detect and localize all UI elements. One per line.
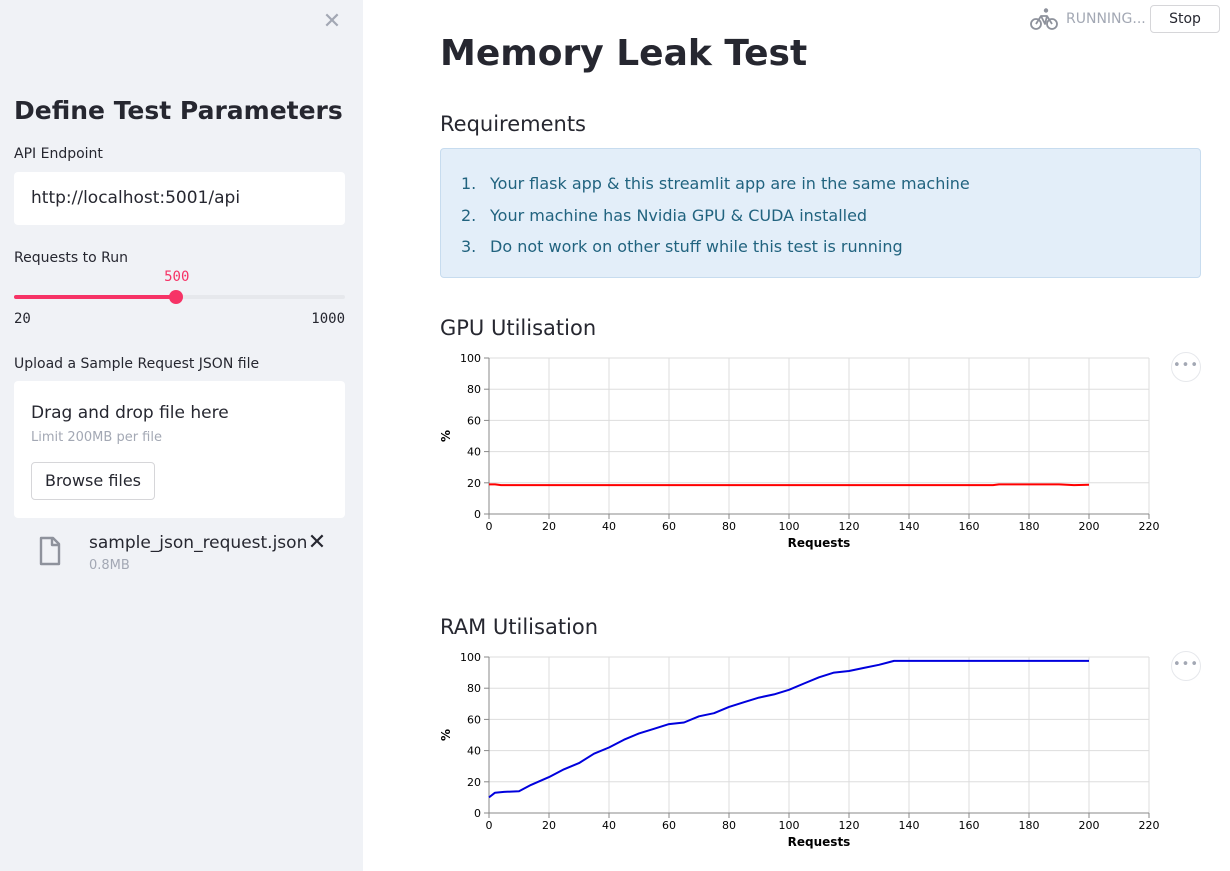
y-tick-label: 0	[474, 807, 481, 820]
x-tick-label: 80	[722, 819, 736, 832]
x-tick-label: 120	[839, 520, 860, 533]
x-tick-label: 220	[1139, 520, 1160, 533]
x-tick-label: 200	[1079, 520, 1100, 533]
y-tick-label: 60	[467, 713, 481, 726]
close-icon[interactable]: ✕	[322, 11, 342, 33]
slider-max-label: 1000	[311, 311, 345, 327]
sidebar: ✕ Define Test Parameters API Endpoint ht…	[0, 0, 363, 871]
dropzone-limit: Limit 200MB per file	[31, 430, 162, 445]
requirement-text: Your machine has Nvidia GPU & CUDA insta…	[490, 206, 868, 225]
x-tick-label: 180	[1019, 819, 1040, 832]
x-tick-label: 100	[779, 520, 800, 533]
y-tick-label: 100	[460, 352, 481, 365]
slider-value: 500	[164, 269, 190, 285]
x-tick-label: 100	[779, 819, 800, 832]
status-text: RUNNING...	[1066, 11, 1146, 27]
requirement-item: 1. Your flask app & this streamlit app ar…	[461, 174, 970, 193]
slider-thumb[interactable]	[169, 290, 184, 304]
requirement-number: 2.	[461, 206, 477, 225]
more-horizontal-icon[interactable]: •••	[1171, 352, 1201, 382]
y-tick-label: 80	[467, 682, 481, 695]
x-tick-label: 200	[1079, 819, 1100, 832]
dropzone-title: Drag and drop file here	[31, 403, 229, 423]
x-tick-label: 80	[722, 520, 736, 533]
x-tick-label: 0	[486, 520, 493, 533]
requirement-text: Your flask app & this streamlit app are …	[490, 174, 970, 193]
file-icon	[39, 536, 61, 566]
sidebar-title: Define Test Parameters	[14, 96, 343, 125]
y-tick-label: 0	[474, 508, 481, 521]
bicycle-icon	[1030, 8, 1058, 30]
y-tick-label: 20	[467, 776, 481, 789]
upload-label: Upload a Sample Request JSON file	[14, 356, 260, 372]
x-tick-label: 60	[662, 819, 676, 832]
slider-min-label: 20	[14, 311, 31, 327]
file-size: 0.8MB	[89, 558, 130, 573]
y-tick-label: 80	[467, 383, 481, 396]
browse-files-button[interactable]: Browse files	[31, 462, 155, 500]
requirements-header: Requirements	[440, 112, 586, 136]
requests-slider[interactable]	[14, 290, 345, 304]
ram-utilisation-chart: 0 20 40 60 80 100 120 140 160 180 200 220 0 20 40 60 80 1…	[439, 651, 1160, 849]
x-tick-label: 0	[486, 819, 493, 832]
uploaded-file-row: sample_json_request.json 0.8MB ✕	[14, 528, 345, 578]
x-axis-title: Requests	[788, 536, 851, 550]
series-line	[489, 483, 1090, 487]
x-tick-label: 60	[662, 520, 676, 533]
y-axis-title: %	[439, 430, 453, 442]
x-tick-label: 120	[839, 819, 860, 832]
y-tick-label: 60	[467, 414, 481, 427]
x-tick-label: 180	[1019, 520, 1040, 533]
requirements-info-box: 1. Your flask app & this streamlit app ar…	[440, 148, 1201, 278]
file-name: sample_json_request.json	[89, 533, 308, 553]
x-tick-label: 20	[542, 819, 556, 832]
requirement-item: 2. Your machine has Nvidia GPU & CUDA ins…	[461, 206, 867, 225]
gpu-utilisation-header: GPU Utilisation	[440, 316, 597, 340]
remove-file-icon[interactable]: ✕	[306, 532, 328, 554]
api-endpoint-label: API Endpoint	[14, 146, 103, 162]
requests-to-run-label: Requests to Run	[14, 250, 128, 266]
x-tick-label: 40	[602, 819, 616, 832]
page-title: Memory Leak Test	[440, 33, 808, 74]
ram-utilisation-header: RAM Utilisation	[440, 615, 599, 639]
requirement-number: 3.	[461, 237, 477, 256]
requirement-item: 3. Do not work on other stuff while this …	[461, 237, 903, 256]
requirement-text: Do not work on other stuff while this te…	[490, 237, 903, 256]
y-axis-title: %	[439, 729, 453, 741]
x-tick-label: 140	[899, 520, 920, 533]
gpu-utilisation-chart: 0 20 40 60 80 100 120 140 160 180 200 220 0 20 40 60 80 1…	[439, 352, 1160, 550]
slider-fill	[14, 295, 177, 299]
requirement-number: 1.	[461, 174, 477, 193]
y-tick-label: 40	[467, 446, 481, 459]
api-endpoint-input[interactable]: http://localhost:5001/api	[14, 172, 345, 225]
x-tick-label: 160	[959, 520, 980, 533]
y-tick-label: 20	[467, 477, 481, 490]
x-tick-label: 140	[899, 819, 920, 832]
file-dropzone[interactable]: Drag and drop file here Limit 200MB per …	[14, 381, 345, 518]
y-tick-label: 100	[460, 651, 481, 664]
stop-button[interactable]: Stop	[1150, 5, 1220, 33]
x-tick-label: 20	[542, 520, 556, 533]
x-tick-label: 160	[959, 819, 980, 832]
x-tick-label: 220	[1139, 819, 1160, 832]
x-tick-label: 40	[602, 520, 616, 533]
y-tick-label: 40	[467, 745, 481, 758]
more-horizontal-icon[interactable]: •••	[1171, 651, 1201, 681]
x-axis-title: Requests	[788, 835, 851, 849]
running-status: RUNNING...	[1030, 6, 1146, 32]
